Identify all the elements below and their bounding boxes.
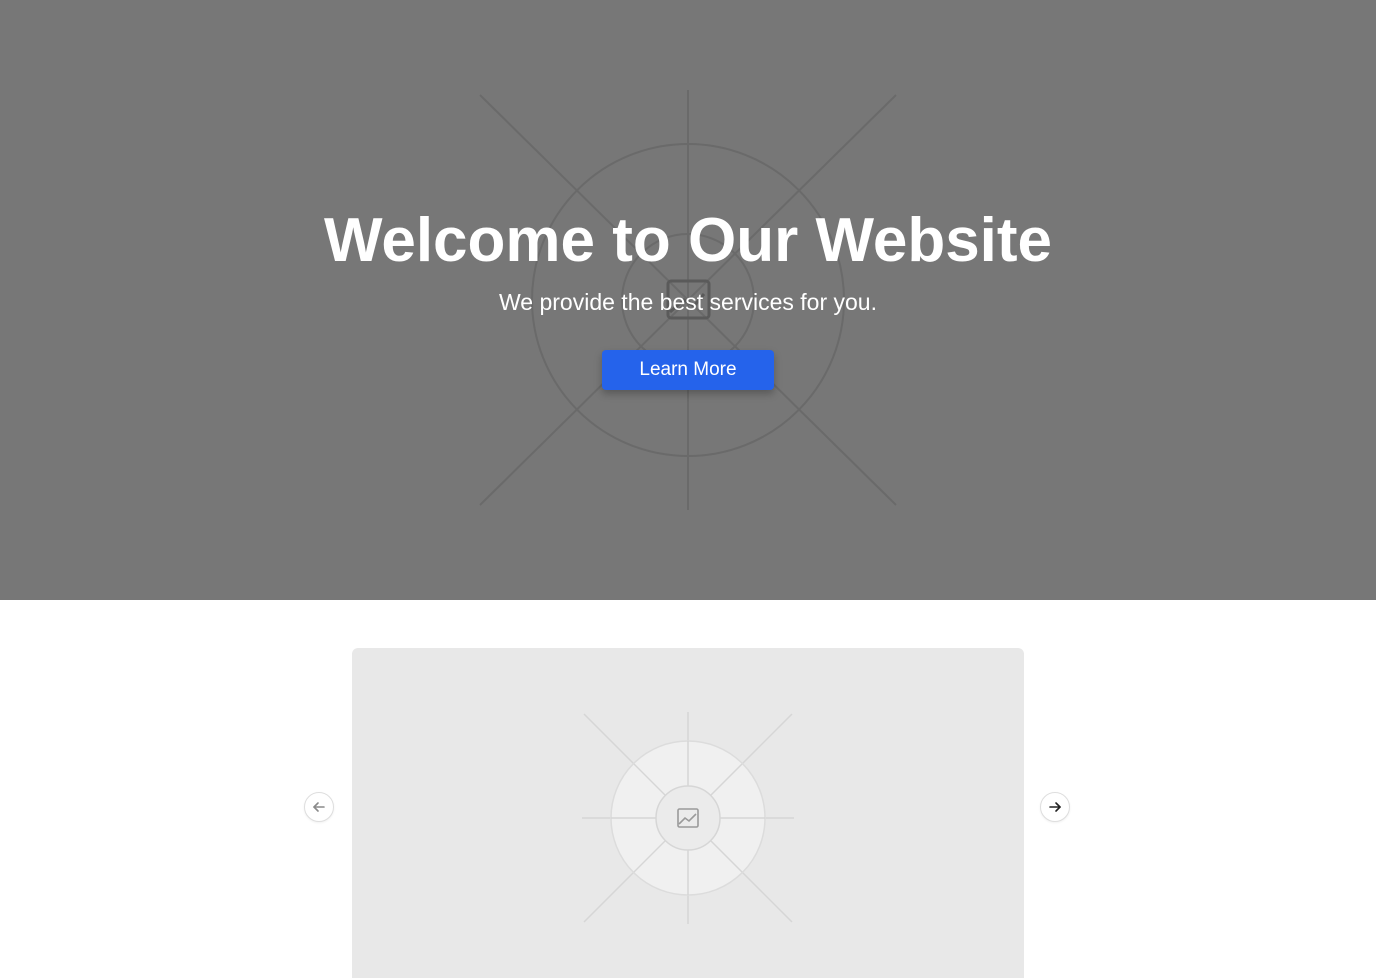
hero-section: Welcome to Our Website We provide the be… — [0, 0, 1376, 600]
carousel-slide — [352, 648, 1024, 978]
slide-image-placeholder — [582, 712, 794, 924]
carousel-prev-button[interactable] — [304, 792, 334, 822]
learn-more-button[interactable]: Learn More — [602, 350, 774, 390]
arrow-left-icon — [313, 802, 325, 812]
hero-content: Welcome to Our Website We provide the be… — [0, 0, 1376, 600]
hero-title: Welcome to Our Website — [323, 206, 1053, 275]
hero-subtitle: We provide the best services for you. — [499, 289, 877, 315]
arrow-right-icon — [1049, 802, 1061, 812]
image-carousel — [0, 600, 1376, 978]
carousel-next-button[interactable] — [1040, 792, 1070, 822]
